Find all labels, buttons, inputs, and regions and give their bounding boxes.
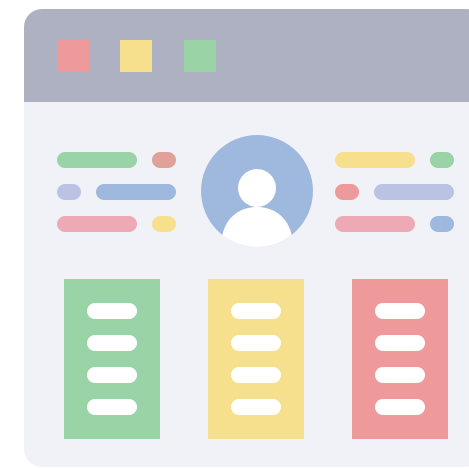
right-line-1-short xyxy=(430,152,454,168)
left-line-1-long xyxy=(57,152,137,168)
user-avatar-icon xyxy=(201,135,313,247)
avatar-head-icon xyxy=(238,169,276,207)
yellow-card-line-1 xyxy=(231,303,281,319)
red-window-control-icon xyxy=(57,40,89,72)
red-card-line-3 xyxy=(375,367,425,383)
red-list-card xyxy=(352,279,448,439)
window-titlebar xyxy=(24,9,469,102)
right-line-3-short xyxy=(430,216,454,232)
yellow-window-control-icon xyxy=(120,40,152,72)
green-card-line-4 xyxy=(87,399,137,415)
left-line-3-short xyxy=(152,216,176,232)
right-line-2-short xyxy=(335,184,359,200)
yellow-card-line-2 xyxy=(231,335,281,351)
green-card-line-3 xyxy=(87,367,137,383)
left-line-2-long xyxy=(96,184,176,200)
green-list-card xyxy=(64,279,160,439)
illustration-canvas xyxy=(0,0,469,468)
red-card-line-2 xyxy=(375,335,425,351)
left-line-2-short xyxy=(57,184,81,200)
right-line-3-long xyxy=(335,216,415,232)
profile-window xyxy=(24,9,469,467)
right-line-2-long xyxy=(374,184,454,200)
green-card-line-1 xyxy=(87,303,137,319)
red-card-line-4 xyxy=(375,399,425,415)
left-line-1-short xyxy=(152,152,176,168)
yellow-card-line-4 xyxy=(231,399,281,415)
green-window-control-icon xyxy=(184,40,216,72)
left-line-3-long xyxy=(57,216,137,232)
red-card-line-1 xyxy=(375,303,425,319)
yellow-list-card xyxy=(208,279,304,439)
right-line-1-long xyxy=(335,152,415,168)
green-card-line-2 xyxy=(87,335,137,351)
yellow-card-line-3 xyxy=(231,367,281,383)
